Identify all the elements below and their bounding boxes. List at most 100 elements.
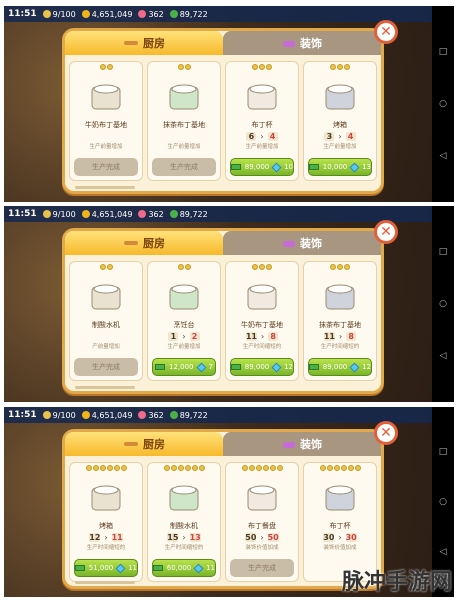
tab-decor[interactable]: 装饰 [223,31,381,55]
star-icon [344,264,350,270]
game-screenshot: 11:51 9/100 4,651,049 362 89,722 73% □ ○… [4,206,454,402]
item-description: 装饰价值加成 [323,545,357,551]
star-icon [106,465,113,471]
item-name: 抹茶布丁基地 [163,121,205,129]
coins-display: 4,651,049 [81,210,132,219]
item-stats [148,130,220,142]
item-name: 布丁杯 [251,121,273,129]
cash-icon [75,565,85,571]
arrow-icon: › [182,331,186,341]
star-icon [262,465,269,471]
back-button[interactable]: ◁ [440,547,447,557]
buy-button[interactable]: 生产完成 [74,158,138,176]
back-button[interactable]: ◁ [440,151,447,161]
item-name: 制酸水机 [92,321,120,329]
shop-item-card[interactable]: 牛奶布丁基地 生产前量增加 生产完成 [69,61,143,181]
coins-display: 4,651,049 [81,10,132,19]
shop-item-card[interactable]: 牛奶布丁基地 11 › 8 生产时间缩短的 89,000 12 [225,261,299,381]
item-illustration [247,485,277,511]
tab-kitchen[interactable]: 厨房 [65,31,223,55]
item-stats: 50 › 50 [226,531,298,543]
back-button[interactable]: ◁ [440,351,447,361]
item-image [226,74,298,120]
stat-current: 3 [324,131,335,141]
buy-button[interactable]: 10,000 13 [308,158,372,176]
home-button[interactable]: ○ [439,99,447,109]
tab-kitchen[interactable]: 厨房 [65,231,223,255]
item-stats: 11 › 8 [304,330,376,342]
horizontal-scrollbar[interactable] [75,186,135,189]
coin-icon [81,411,90,419]
close-button[interactable]: ✕ [374,421,398,445]
recent-apps-button[interactable]: □ [439,47,448,57]
stat-next: 30 [345,532,357,542]
item-stats: 1 › 2 [148,330,220,342]
buy-button[interactable]: 51,000 11 [74,559,138,577]
arrow-icon: › [104,532,108,542]
buy-button[interactable]: 60,000 11 [152,559,216,577]
shop-item-card[interactable]: 制酸水机 产前量增加 生产完成 [69,261,143,381]
price-label: 51,000 [88,564,114,572]
buy-button[interactable]: 生产完成 [74,358,138,376]
shop-item-card[interactable]: 烹饪台 1 › 2 生产前量增加 12,000 7 [147,261,221,381]
buy-button[interactable]: 生产完成 [230,559,294,577]
shop-item-card[interactable]: 抹茶布丁基地 11 › 8 生产时间缩短的 89,000 12 [303,261,377,381]
item-stats: 12 › 11 [70,531,142,543]
stat-next: 8 [346,331,357,341]
stat-next: 8 [268,331,279,341]
shop-item-card[interactable]: 烤箱 12 › 11 生产时间缩短的 51,000 11 [69,462,143,582]
shop-item-card[interactable]: 布丁餐盘 50 › 50 装饰价值加成 生产完成 [225,462,299,582]
buy-button[interactable]: 89,000 12 [308,358,372,376]
buy-button[interactable]: 89,000 10 [230,158,294,176]
star-icon [106,264,113,270]
tab-decor[interactable]: 装饰 [223,231,381,255]
item-description: 产前量增加 [92,344,120,350]
stat-current: 50 [245,532,257,542]
buy-button[interactable]: 生产完成 [152,158,216,176]
close-button[interactable]: ✕ [374,20,398,44]
cash-icon [169,10,178,18]
stat-current: 30 [323,532,335,542]
recent-apps-button[interactable]: □ [439,247,448,257]
buy-button[interactable]: 12,000 7 [152,358,216,376]
star-icon [184,64,191,70]
horizontal-scrollbar[interactable] [75,581,135,584]
horizontal-scrollbar[interactable] [75,386,135,389]
tab-decor[interactable]: 装饰 [223,432,381,456]
close-button[interactable]: ✕ [374,220,398,244]
star-icon [269,465,276,471]
home-button[interactable]: ○ [439,299,447,309]
gem-icon [271,362,282,372]
item-description: 生产时间缩短的 [242,344,282,350]
buy-button[interactable]: 89,000 12 [230,358,294,376]
shop-item-card[interactable]: 烤箱 3 › 4 生产前量增加 10,000 13 [303,61,377,181]
gem-icon [193,563,204,573]
star-rating [304,62,376,74]
star-icon [252,264,258,270]
coin-icon [81,210,90,218]
star-icon [170,465,177,471]
shop-item-card[interactable]: 抹茶布丁基地 生产前量增加 生产完成 [147,61,221,181]
item-illustration [91,284,121,310]
shop-item-card[interactable]: 布丁杯 6 › 4 生产前量增加 89,000 10 [225,61,299,181]
recent-apps-button[interactable]: □ [439,447,448,457]
tab-kitchen[interactable]: 厨房 [65,432,223,456]
arrow-icon: › [182,532,186,542]
cash-icon [309,164,319,170]
hearts-display: 362 [138,411,164,420]
star-icon [42,10,51,18]
home-button[interactable]: ○ [439,497,447,507]
star-icon [266,64,272,70]
star-rating [70,262,142,274]
star-icon [330,64,336,70]
shop-item-card[interactable]: 制酸水机 15 › 13 生产时间缩短的 60,000 11 [147,462,221,582]
star-icon [344,64,350,70]
star-rating [148,62,220,74]
item-image [70,74,142,120]
stat-next: 50 [267,532,279,542]
item-name: 布丁餐盘 [248,522,276,530]
star-icon [337,64,343,70]
star-icon [255,465,262,471]
item-name: 烤箱 [333,121,347,129]
gem-icon [196,362,206,372]
